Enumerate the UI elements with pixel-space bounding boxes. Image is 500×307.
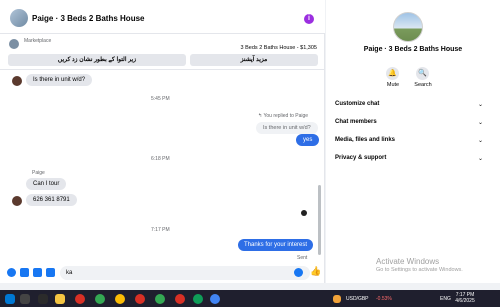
search-label[interactable]: Search: [408, 82, 438, 88]
sender-avatar[interactable]: [12, 76, 22, 86]
ticker-change[interactable]: -0.53%: [376, 296, 392, 302]
message-input[interactable]: ka: [60, 266, 310, 280]
activation-watermark-sub: Go to Settings to activate Windows.: [376, 267, 463, 273]
search-icon[interactable]: 🔍: [416, 67, 429, 80]
chrome-icon[interactable]: [135, 294, 145, 304]
listing-source: Marketplace: [24, 38, 52, 44]
chat-column: Paige · 3 Beds 2 Baths House i Marketpla…: [0, 0, 325, 283]
section-label: Privacy & support: [335, 155, 387, 161]
more-options-button[interactable]: مزید آپشنز: [190, 54, 318, 66]
sender-avatar[interactable]: [12, 196, 22, 206]
timestamp: 7:17 PM: [151, 227, 170, 233]
chevron-down-icon: ⌄: [477, 120, 483, 126]
chrome-icon[interactable]: [155, 294, 165, 304]
quoted-message[interactable]: Is there in unit w/d?: [256, 122, 318, 134]
chrome-icon[interactable]: [193, 294, 203, 304]
listing-bar: Marketplace 3 Beds 2 Baths House - $1,30…: [0, 34, 325, 70]
message-bubble[interactable]: Is there in unit w/d?: [26, 74, 93, 86]
section-chat-members[interactable]: Chat members ⌄: [335, 119, 483, 126]
search-taskbar-icon[interactable]: [20, 294, 30, 304]
listing-thumbnail[interactable]: [9, 39, 19, 49]
chat-title[interactable]: Paige · 3 Beds 2 Baths House: [32, 14, 144, 23]
mute-label[interactable]: Mute: [378, 82, 408, 88]
thumbs-up-icon[interactable]: 👍: [310, 267, 321, 276]
message-bubble[interactable]: Can I tour: [26, 178, 67, 190]
info-icon[interactable]: i: [304, 14, 314, 24]
seen-indicator-avatar: [301, 210, 307, 216]
system-clock[interactable]: 7:17 PM 4/6/2025: [454, 292, 476, 304]
activation-watermark-title: Activate Windows: [376, 257, 440, 266]
windows-start-icon[interactable]: [5, 294, 15, 304]
chat-header: Paige · 3 Beds 2 Baths House i: [0, 0, 325, 34]
reply-label: ↰ You replied to Paige: [258, 113, 309, 119]
conversation-info-panel: Paige · 3 Beds 2 Baths House 🔔 Mute 🔍 Se…: [326, 0, 500, 283]
conversation-name[interactable]: Paige · 3 Beds 2 Baths House: [326, 46, 500, 53]
file-explorer-icon[interactable]: [55, 294, 65, 304]
gif-icon[interactable]: [46, 268, 55, 277]
section-label: Chat members: [335, 119, 377, 125]
chevron-down-icon: ⌄: [477, 102, 483, 108]
reply-label-text: You replied to Paige: [263, 113, 309, 119]
conversation-photo[interactable]: [393, 12, 423, 42]
message-list: Is there in unit w/d? 5:45 PM ↰ You repl…: [0, 70, 320, 265]
section-privacy-support[interactable]: Privacy & support ⌄: [335, 155, 483, 162]
language-indicator[interactable]: ENG: [440, 296, 451, 302]
chevron-down-icon: ⌄: [477, 156, 483, 162]
scrollbar[interactable]: [318, 185, 321, 255]
chrome-icon[interactable]: [95, 294, 105, 304]
section-customize-chat[interactable]: Customize chat ⌄: [335, 101, 483, 108]
chrome-icon[interactable]: [210, 294, 220, 304]
chevron-down-icon: ⌄: [477, 138, 483, 144]
message-bubble[interactable]: Thanks for your interest: [238, 239, 314, 251]
message-bubble[interactable]: yes: [296, 134, 320, 146]
timestamp: 6:18 PM: [151, 156, 170, 162]
message-bubble[interactable]: 626 361 8791: [26, 194, 77, 206]
sticker-icon[interactable]: [33, 268, 42, 277]
chrome-icon[interactable]: [115, 294, 125, 304]
sender-name: Paige: [32, 170, 45, 176]
timestamp: 5:45 PM: [151, 96, 170, 102]
section-label: Media, files and links: [335, 137, 396, 143]
currency-icon: [333, 295, 341, 303]
section-label: Customize chat: [335, 101, 380, 107]
section-media-files-links[interactable]: Media, files and links ⌄: [335, 137, 483, 144]
composer: ka 👍: [0, 263, 325, 283]
clock-date: 4/6/2025: [455, 298, 475, 304]
task-view-icon[interactable]: [38, 294, 48, 304]
image-icon[interactable]: [20, 268, 29, 277]
chrome-icon[interactable]: [75, 294, 85, 304]
sent-status: Sent: [297, 255, 308, 261]
chrome-icon[interactable]: [175, 294, 185, 304]
contact-avatar[interactable]: [10, 9, 28, 27]
bell-icon[interactable]: 🔔: [386, 67, 399, 80]
mark-pending-button[interactable]: زیر التوا کے بطور نشان زد کریں: [8, 54, 186, 66]
emoji-icon[interactable]: [294, 268, 303, 277]
ticker-label[interactable]: USD/GBP: [346, 296, 369, 302]
plus-icon[interactable]: [7, 268, 16, 277]
listing-price[interactable]: 3 Beds 2 Baths House - $1,305: [241, 45, 317, 51]
